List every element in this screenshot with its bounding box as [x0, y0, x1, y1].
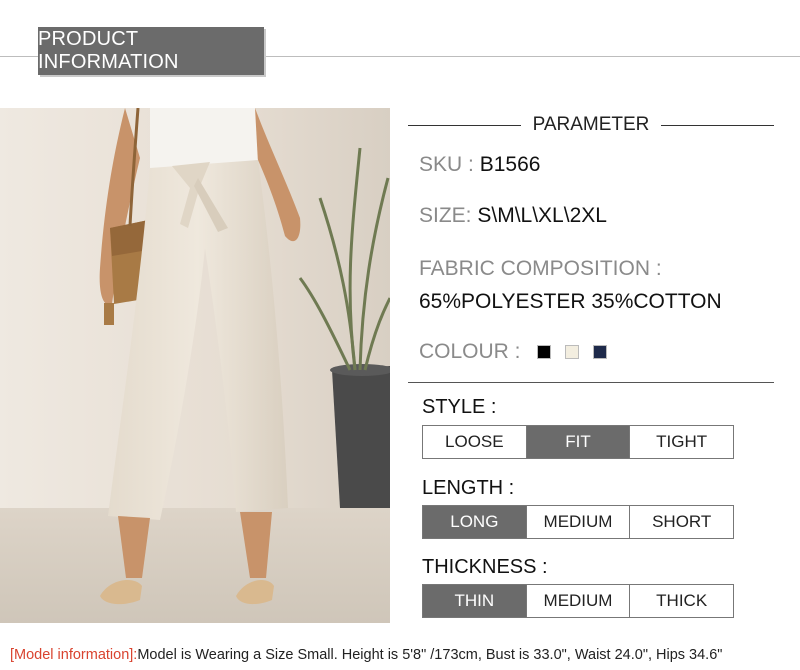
colour-row: COLOUR : [419, 340, 607, 364]
size-row: SIZE: S\M\L\XL\2XL [419, 204, 607, 228]
parameter-rule-left [408, 124, 521, 126]
style-options: LOOSE FIT TIGHT [422, 425, 734, 459]
thickness-option-thick[interactable]: THICK [630, 585, 734, 617]
colour-swatch-black[interactable] [536, 345, 551, 359]
parameter-heading: PARAMETER [532, 114, 650, 135]
style-option-loose[interactable]: LOOSE [423, 426, 527, 458]
length-options: LONG MEDIUM SHORT [422, 505, 734, 539]
thickness-options: THIN MEDIUM THICK [422, 584, 734, 618]
sku-label: SKU : [419, 153, 474, 176]
model-information-text: Model is Wearing a Size Small. Height is… [137, 647, 723, 663]
length-title: LENGTH : [422, 477, 515, 499]
style-option-tight[interactable]: TIGHT [630, 426, 734, 458]
model-information: [Model information]:Model is Wearing a S… [10, 647, 722, 663]
style-option-fit[interactable]: FIT [526, 426, 631, 458]
model-information-label: [Model information]: [10, 647, 138, 663]
colour-swatch-cream[interactable] [564, 345, 579, 359]
parameter-divider [408, 382, 774, 383]
fabric-value: 65%POLYESTER 35%COTTON [419, 290, 722, 313]
parameter-rule-right [661, 124, 774, 126]
length-option-long[interactable]: LONG [423, 506, 527, 538]
thickness-title: THICKNESS : [422, 556, 548, 578]
length-option-short[interactable]: SHORT [630, 506, 734, 538]
size-label: SIZE: [419, 204, 472, 227]
sku-row: SKU : B1566 [419, 153, 540, 177]
thickness-option-medium[interactable]: MEDIUM [526, 585, 631, 617]
size-value: S\M\L\XL\2XL [477, 204, 607, 227]
thickness-option-thin[interactable]: THIN [423, 585, 527, 617]
colour-label: COLOUR : [419, 340, 521, 363]
style-title: STYLE : [422, 396, 497, 418]
parameter-heading-row: PARAMETER [408, 112, 774, 138]
product-photo [0, 108, 390, 623]
colour-swatch-navy[interactable] [592, 345, 607, 359]
sku-value: B1566 [479, 153, 541, 176]
length-option-medium[interactable]: MEDIUM [526, 506, 631, 538]
fabric-label: FABRIC COMPOSITION : [419, 257, 662, 280]
header-title: PRODUCT INFORMATION [38, 27, 264, 75]
